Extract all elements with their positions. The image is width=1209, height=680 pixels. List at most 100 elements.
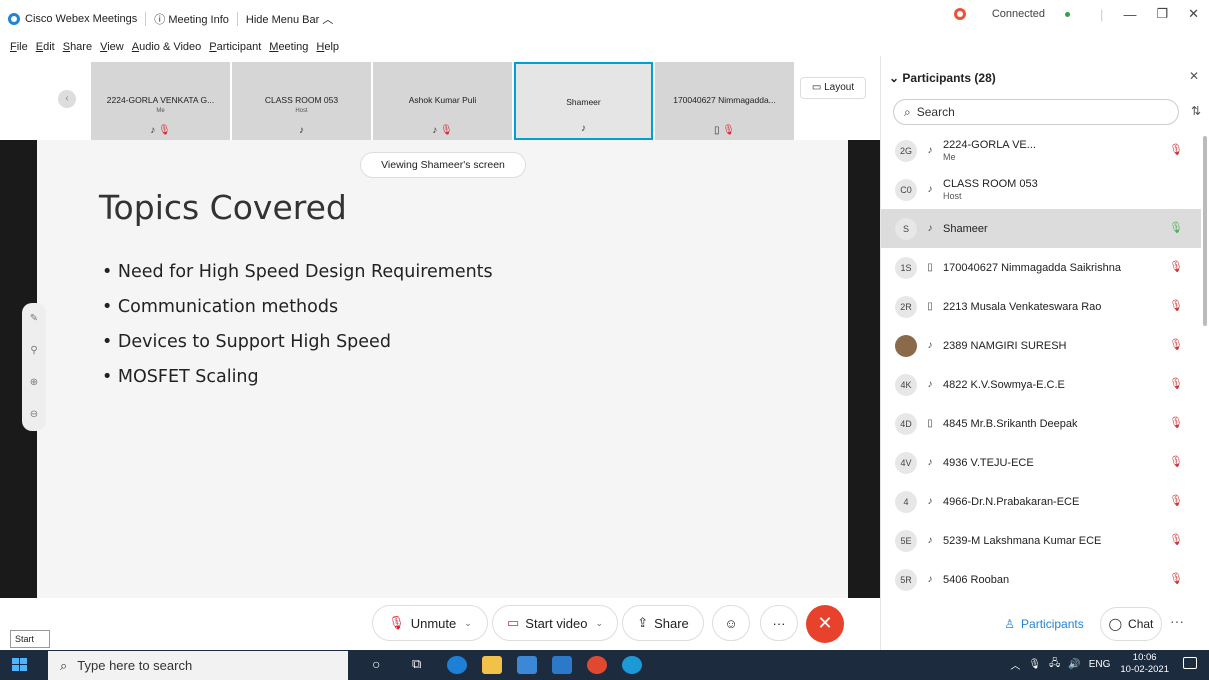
panel-more-button[interactable]: ··· (1170, 613, 1184, 629)
connection-status[interactable]: Connected (934, 8, 1071, 20)
task-view-icon[interactable]: ⧉ (412, 656, 421, 672)
participants-tab-button[interactable]: ♙ Participants (992, 607, 1096, 641)
participant-row[interactable]: 2R ▯ 2213 Musala Venkateswara Rao 🎙 (881, 287, 1201, 326)
strip-prev-button[interactable]: ‹ (58, 90, 76, 108)
video-tile-active-speaker[interactable]: Shameer ♪ (514, 62, 653, 140)
participant-row[interactable]: S ♪ Shameer 🎙 (881, 209, 1201, 248)
slide-title: Topics Covered (99, 188, 347, 227)
participant-row[interactable]: ♪ 2389 NAMGIRI SURESH 🎙 (881, 326, 1201, 365)
menu-file[interactable]: File (10, 41, 28, 53)
video-tile[interactable]: 170040627 Nimmagadda... ▯ 🎙 (655, 62, 794, 140)
participant-name-block: 4936 V.TEJU-ECE (943, 457, 1034, 469)
more-options-button[interactable]: ··· (760, 605, 798, 641)
mic-muted-icon[interactable]: 🎙 (1169, 260, 1183, 273)
minimize-button[interactable]: — (1123, 7, 1136, 22)
share-button[interactable]: ⇪ Share (622, 605, 704, 641)
participant-row[interactable]: 5E ♪ 5239-M Lakshmana Kumar ECE 🎙 (881, 521, 1201, 560)
mic-muted-icon[interactable]: 🎙 (1169, 416, 1183, 429)
webex-taskbar-icon[interactable] (622, 656, 642, 674)
chrome-icon[interactable] (587, 656, 607, 674)
mic-muted-icon[interactable]: 🎙 (1169, 455, 1183, 468)
edge-icon[interactable] (447, 656, 467, 674)
zoom-in-icon[interactable]: ⊕ (22, 367, 46, 399)
mic-muted-icon[interactable]: 🎙 (1169, 377, 1183, 390)
chat-tab-button[interactable]: ◯ Chat (1100, 607, 1162, 641)
headset-icon: ♪ (581, 123, 586, 134)
participant-name-block: 4966-Dr.N.Prabakaran-ECE (943, 496, 1079, 508)
annotate-icon[interactable]: ✎ (22, 303, 46, 335)
participant-name: 4845 Mr.B.Srikanth Deepak (943, 417, 1078, 430)
network-icon[interactable]: 🖧 (1049, 656, 1060, 673)
menu-audio-video[interactable]: Audio & Video (132, 41, 202, 53)
participants-panel-header[interactable]: ⌄ Participants (28) (889, 71, 996, 85)
restore-button[interactable]: ❐ (1156, 6, 1168, 22)
mic-muted-icon: 🎙 (388, 615, 405, 630)
participant-row[interactable]: 2G ♪ 2224-GORLA VE... Me 🎙 (881, 131, 1201, 170)
avatar: 1S (895, 256, 917, 279)
chevron-up-icon[interactable]: ︿ (1010, 657, 1020, 672)
headset-icon: ♪ (432, 125, 438, 136)
cortana-icon[interactable]: ○ (372, 656, 380, 672)
video-tile[interactable]: 2224-GORLA VENKATA G... Me ♪ 🎙 (91, 62, 230, 140)
zoom-out-icon[interactable]: ⊖ (22, 399, 46, 431)
video-tile[interactable]: CLASS ROOM 053 Host ♪ (232, 62, 371, 140)
pointer-icon[interactable]: ⚲ (22, 335, 46, 367)
menu-edit[interactable]: Edit (36, 41, 55, 53)
language-indicator[interactable]: ENG (1089, 659, 1111, 670)
participant-row[interactable]: 4V ♪ 4936 V.TEJU-ECE 🎙 (881, 443, 1201, 482)
clock[interactable]: 10:06 10-02-2021 (1120, 652, 1169, 676)
participant-name: 4966-Dr.N.Prabakaran-ECE (943, 495, 1080, 508)
participant-row[interactable]: C0 ♪ CLASS ROOM 053 Host (881, 170, 1201, 209)
meeting-info-button[interactable]: ⓘ Meeting Info (146, 11, 237, 27)
microphone-icon[interactable]: 🎙 (1028, 659, 1041, 670)
windows-start-icon[interactable] (12, 658, 28, 672)
participant-row[interactable]: 4 ♪ 4966-Dr.N.Prabakaran-ECE 🎙 (881, 482, 1201, 521)
mic-muted-icon[interactable]: 🎙 (1169, 338, 1183, 351)
scrollbar[interactable] (1203, 136, 1207, 326)
smiley-icon: ☺ (724, 615, 738, 631)
layout-button[interactable]: ▭ Layout (800, 77, 866, 99)
headset-icon: ♪ (927, 457, 933, 468)
notifications-icon[interactable] (1183, 657, 1197, 669)
mic-muted-icon[interactable]: 🎙 (1169, 494, 1183, 507)
video-tile[interactable]: Ashok Kumar Puli ♪ 🎙 (373, 62, 512, 140)
participant-row[interactable]: 1S ▯ 170040627 Nimmagadda Saikrishna 🎙 (881, 248, 1201, 287)
close-window-button[interactable]: ✕ (1188, 6, 1199, 22)
tile-status-icons: ♪ (232, 125, 371, 136)
taskbar-search-input[interactable]: ⌕ Type here to search (48, 651, 348, 680)
participant-name-block: 2213 Musala Venkateswara Rao (943, 301, 1101, 313)
mic-active-icon[interactable]: 🎙 (1169, 221, 1183, 234)
participant-row[interactable]: 4K ♪ 4822 K.V.Sowmya-E.C.E 🎙 (881, 365, 1201, 404)
leave-meeting-button[interactable]: ✕ (806, 605, 844, 643)
store-icon[interactable] (517, 656, 537, 674)
headset-icon: ♪ (150, 125, 156, 136)
sort-icon[interactable]: ⇅ (1191, 104, 1201, 118)
mic-muted-icon[interactable]: 🎙 (1169, 533, 1183, 546)
mic-muted-icon[interactable]: 🎙 (1169, 143, 1183, 156)
participant-search-input[interactable]: ⌕ Search (893, 99, 1179, 125)
chevron-down-icon: ⌄ (464, 617, 472, 628)
mail-icon[interactable] (552, 656, 572, 674)
avatar: C0 (895, 178, 917, 201)
participant-name-block: 5239-M Lakshmana Kumar ECE (943, 535, 1101, 547)
file-explorer-icon[interactable] (482, 656, 502, 674)
mic-muted-icon[interactable]: 🎙 (1169, 299, 1183, 312)
hide-menu-bar-button[interactable]: Hide Menu Bar ︿ (238, 11, 341, 27)
unmute-button[interactable]: 🎙 Unmute ⌄ (372, 605, 488, 641)
search-icon: ⌕ (904, 105, 911, 119)
close-panel-button[interactable]: ✕ (1189, 69, 1199, 83)
volume-icon[interactable]: 🔊 (1068, 659, 1080, 670)
menu-view[interactable]: View (100, 41, 124, 53)
menu-participant[interactable]: Participant (209, 41, 261, 53)
participant-row[interactable]: 5R ♪ 5406 Rooban 🎙 (881, 560, 1201, 599)
menu-meeting[interactable]: Meeting (269, 41, 308, 53)
menu-help[interactable]: Help (316, 41, 339, 53)
participant-row[interactable]: 4D ▯ 4845 Mr.B.Srikanth Deepak 🎙 (881, 404, 1201, 443)
webex-logo-icon (8, 13, 20, 25)
headset-icon: ♪ (927, 184, 933, 195)
start-video-button[interactable]: ▭ Start video ⌄ (492, 605, 618, 641)
menu-share[interactable]: Share (63, 41, 92, 53)
system-tray: ︿ 🎙 🖧 🔊 ENG 10:06 10-02-2021 (1010, 652, 1169, 676)
reactions-button[interactable]: ☺ (712, 605, 750, 641)
mic-muted-icon[interactable]: 🎙 (1169, 572, 1183, 585)
